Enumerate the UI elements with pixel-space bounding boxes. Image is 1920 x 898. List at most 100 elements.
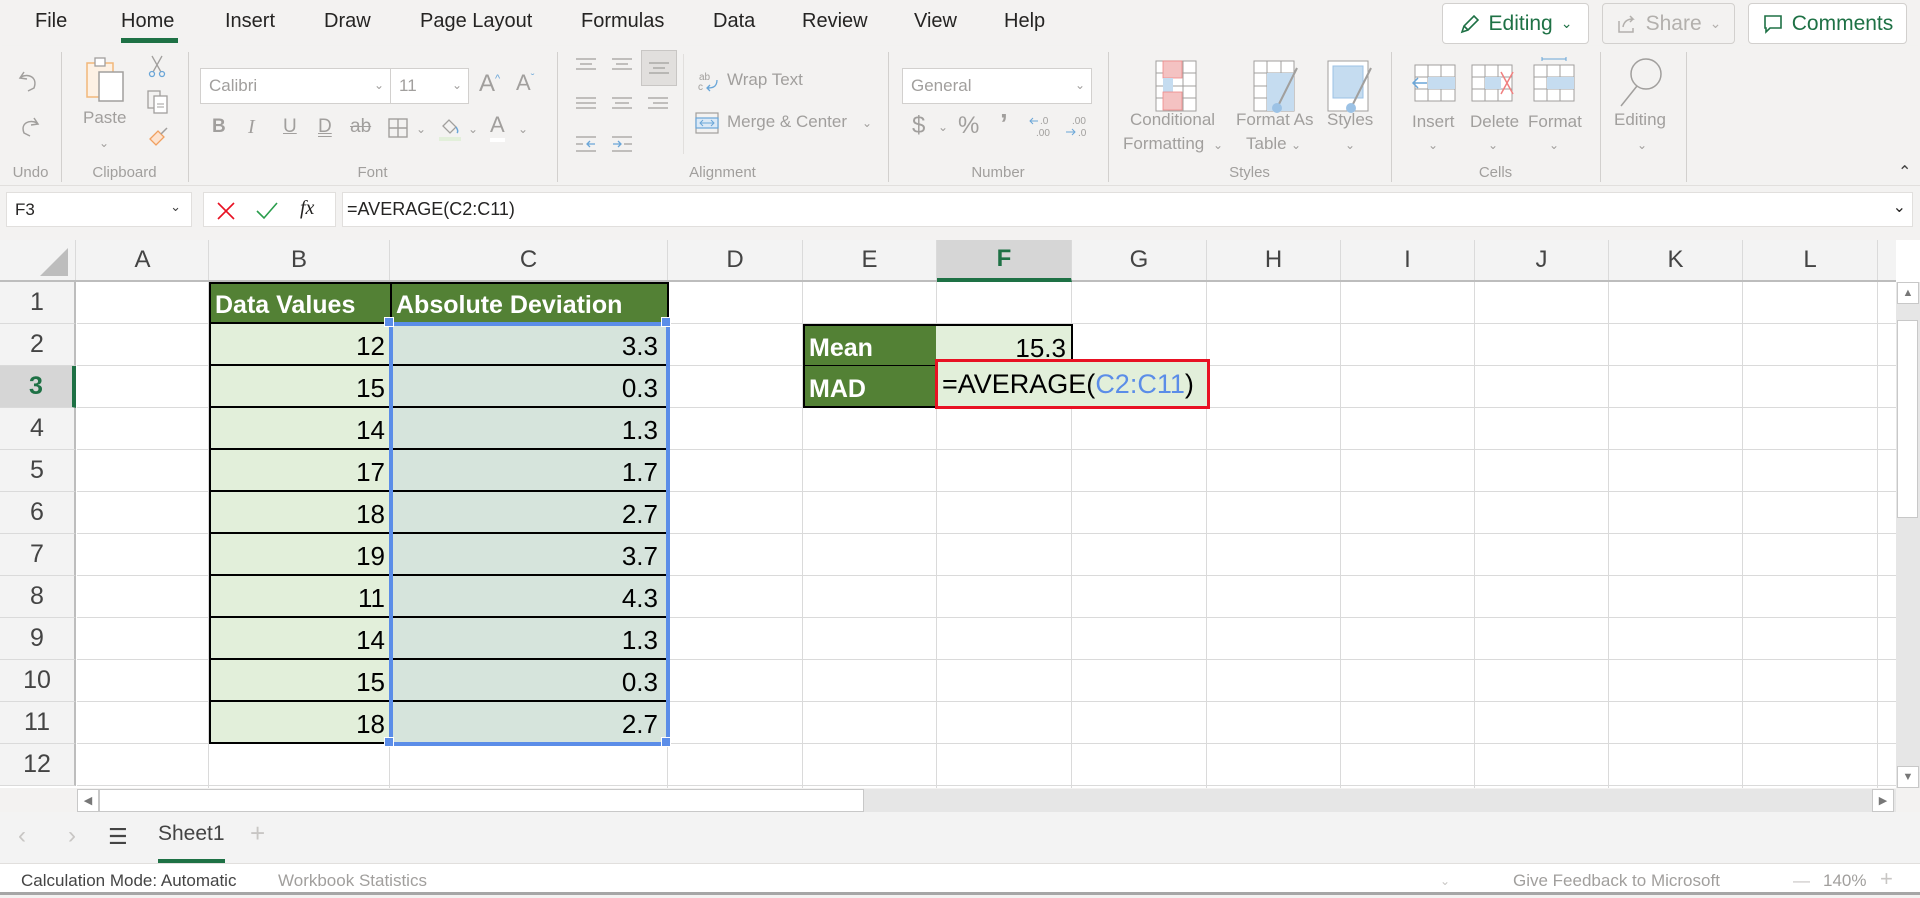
row-header-8[interactable]: 8 — [0, 576, 76, 618]
format-as-table-label-2[interactable]: Table — [1246, 134, 1287, 154]
scroll-right-button[interactable]: ▶ — [1872, 789, 1894, 812]
align-left-icon[interactable] — [574, 94, 598, 114]
row-header-3[interactable]: 3 — [0, 366, 76, 408]
chevron-down-icon[interactable]: ⌄ — [416, 122, 426, 136]
bold-button[interactable]: B — [212, 116, 226, 138]
align-right-icon[interactable] — [646, 94, 670, 114]
cell-b6[interactable]: 18 — [209, 492, 392, 534]
fill-color-icon[interactable] — [437, 114, 463, 142]
increase-font-size-button[interactable]: A^ — [479, 70, 500, 98]
align-middle-icon[interactable] — [610, 54, 634, 74]
font-color-button[interactable]: A — [490, 112, 505, 142]
chevron-down-icon[interactable]: ⌄ — [1345, 138, 1355, 152]
sheet-tab-sheet1[interactable]: Sheet1 — [158, 822, 225, 846]
number-format-dropdown[interactable]: General ⌄ — [902, 68, 1092, 104]
insert-function-icon[interactable]: fx — [300, 197, 314, 220]
cell-c6[interactable]: 2.7 — [390, 492, 669, 534]
tab-formulas[interactable]: Formulas — [581, 10, 664, 33]
decrease-indent-icon[interactable] — [574, 134, 598, 154]
cell-b4[interactable]: 14 — [209, 408, 392, 450]
cell-f3-editing[interactable]: =AVERAGE(C2:C11) — [935, 359, 1210, 409]
collapse-ribbon-icon[interactable]: ⌃ — [1898, 162, 1911, 182]
redo-icon[interactable] — [14, 111, 44, 141]
tab-review[interactable]: Review — [802, 10, 868, 33]
column-header-j[interactable]: J — [1475, 240, 1609, 280]
conditional-formatting-label[interactable]: Conditional — [1130, 110, 1215, 130]
paste-button[interactable]: Paste — [83, 108, 126, 128]
vertical-scrollbar[interactable]: ▲ ▼ — [1896, 282, 1920, 788]
scroll-left-button[interactable]: ◀ — [77, 789, 99, 812]
cell-c1[interactable]: Absolute Deviation — [390, 282, 669, 324]
cell-b7[interactable]: 19 — [209, 534, 392, 576]
share-button[interactable]: Share ⌄ — [1602, 3, 1735, 44]
tab-insert[interactable]: Insert — [225, 10, 275, 33]
currency-format-button[interactable]: $ — [912, 112, 925, 140]
row-header-7[interactable]: 7 — [0, 534, 76, 576]
format-cells-button[interactable]: Format — [1528, 112, 1582, 132]
chevron-down-icon[interactable]: ⌄ — [1291, 138, 1301, 152]
tab-view[interactable]: View — [914, 10, 957, 33]
row-header-9[interactable]: 9 — [0, 618, 76, 660]
column-header-h[interactable]: H — [1207, 240, 1341, 280]
cell-b11[interactable]: 18 — [209, 702, 392, 744]
increase-decimal-icon[interactable]: .0.00 — [1028, 114, 1054, 140]
double-underline-button[interactable]: D — [318, 116, 332, 138]
chevron-down-icon[interactable]: ⌄ — [1549, 138, 1559, 152]
merge-center-button[interactable]: Merge & Center — [727, 112, 847, 132]
comma-style-button[interactable]: ’ — [1000, 108, 1008, 140]
chevron-down-icon[interactable]: ⌄ — [1440, 874, 1450, 888]
paste-icon[interactable] — [82, 54, 130, 106]
workbook-statistics[interactable]: Workbook Statistics — [278, 871, 427, 891]
cut-icon[interactable] — [145, 54, 169, 78]
cell-b3[interactable]: 15 — [209, 366, 392, 408]
row-header-4[interactable]: 4 — [0, 408, 76, 450]
font-name-dropdown[interactable]: Calibri ⌄ — [200, 68, 391, 104]
tab-draw[interactable]: Draw — [324, 10, 371, 33]
cell-b8[interactable]: 11 — [209, 576, 392, 618]
insert-cells-button[interactable]: Insert — [1412, 112, 1455, 132]
align-center-icon[interactable] — [610, 94, 634, 114]
chevron-down-icon[interactable]: ⌄ — [938, 120, 948, 134]
tab-home[interactable]: Home — [121, 10, 174, 33]
chevron-down-icon[interactable]: ⌄ — [468, 122, 478, 136]
borders-icon[interactable] — [386, 116, 410, 140]
enter-icon[interactable] — [256, 201, 278, 221]
selection-handle[interactable] — [661, 317, 671, 327]
row-header-12[interactable]: 12 — [0, 744, 76, 786]
decrease-font-size-button[interactable]: Aˇ — [516, 70, 534, 96]
cell-c7[interactable]: 3.7 — [390, 534, 669, 576]
chevron-down-icon[interactable]: ⌄ — [862, 116, 872, 130]
name-box[interactable]: F3 ⌄ — [6, 192, 192, 227]
chevron-down-icon[interactable]: ⌄ — [1428, 138, 1438, 152]
cell-b9[interactable]: 14 — [209, 618, 392, 660]
column-header-c[interactable]: C — [390, 240, 668, 280]
format-painter-icon[interactable] — [145, 124, 171, 150]
formula-input[interactable]: =AVERAGE(C2:C11) ⌄ — [342, 192, 1913, 227]
row-header-2[interactable]: 2 — [0, 324, 76, 366]
column-header-g[interactable]: G — [1072, 240, 1207, 280]
next-sheet-icon[interactable]: › — [68, 822, 76, 850]
comments-button[interactable]: Comments — [1748, 3, 1907, 44]
cell-styles-label[interactable]: Styles — [1327, 110, 1373, 130]
column-header-d[interactable]: D — [668, 240, 803, 280]
zoom-in-button[interactable]: + — [1880, 866, 1893, 892]
conditional-formatting-label-2[interactable]: Formatting — [1123, 134, 1204, 154]
cell-c5[interactable]: 1.7 — [390, 450, 669, 492]
feedback-link[interactable]: Give Feedback to Microsoft — [1513, 871, 1720, 891]
cell-c3[interactable]: 0.3 — [390, 366, 669, 408]
vertical-scroll-thumb[interactable] — [1897, 320, 1918, 518]
underline-button[interactable]: U — [283, 116, 297, 138]
all-sheets-menu-icon[interactable]: ☰ — [108, 824, 128, 850]
horizontal-scrollbar[interactable]: ◀ ▶ — [77, 789, 1896, 812]
cell-b5[interactable]: 17 — [209, 450, 392, 492]
cell-c8[interactable]: 4.3 — [390, 576, 669, 618]
increase-indent-icon[interactable] — [610, 134, 634, 154]
tab-data[interactable]: Data — [713, 10, 755, 33]
row-header-5[interactable]: 5 — [0, 450, 76, 492]
cell-c4[interactable]: 1.3 — [390, 408, 669, 450]
column-header-k[interactable]: K — [1609, 240, 1743, 280]
column-header-l[interactable]: L — [1743, 240, 1878, 280]
cell-c2[interactable]: 3.3 — [390, 324, 669, 366]
previous-sheet-icon[interactable]: ‹ — [18, 822, 26, 850]
row-header-1[interactable]: 1 — [0, 282, 76, 324]
